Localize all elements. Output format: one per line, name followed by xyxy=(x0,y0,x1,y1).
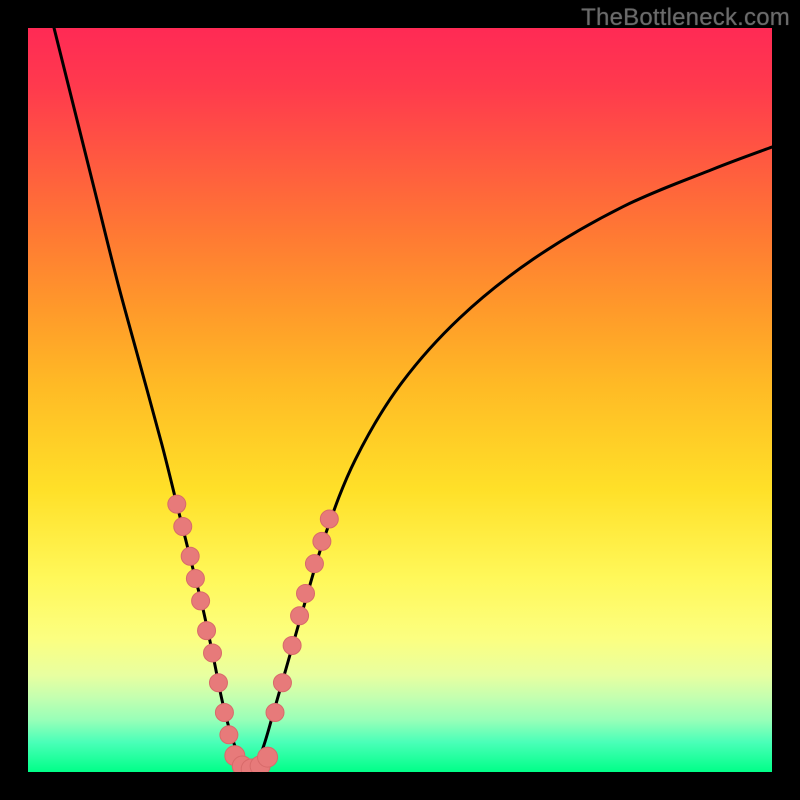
right-branch-marker xyxy=(297,584,315,602)
left-branch-marker xyxy=(220,726,238,744)
left-branch-marker xyxy=(204,644,222,662)
curve-layer xyxy=(28,28,772,772)
watermark-text: TheBottleneck.com xyxy=(581,4,790,32)
bottleneck-curve-right-curve xyxy=(251,147,772,772)
left-branch-marker xyxy=(168,495,186,513)
left-branch-marker xyxy=(192,592,210,610)
left-branch-marker xyxy=(174,517,192,535)
right-branch-marker xyxy=(283,637,301,655)
chart-frame: TheBottleneck.com xyxy=(0,0,800,800)
plot-area xyxy=(28,28,772,772)
right-branch-marker xyxy=(320,510,338,528)
right-branch-marker xyxy=(291,607,309,625)
left-branch-marker xyxy=(198,622,216,640)
bottleneck-curve-left-curve xyxy=(54,28,251,772)
valley-marker xyxy=(258,747,278,767)
left-branch-marker xyxy=(181,547,199,565)
right-branch-marker xyxy=(305,555,323,573)
right-branch-marker xyxy=(266,703,284,721)
right-branch-marker xyxy=(313,532,331,550)
left-branch-marker xyxy=(186,570,204,588)
right-branch-marker xyxy=(273,674,291,692)
left-branch-marker xyxy=(209,674,227,692)
left-branch-marker xyxy=(215,703,233,721)
